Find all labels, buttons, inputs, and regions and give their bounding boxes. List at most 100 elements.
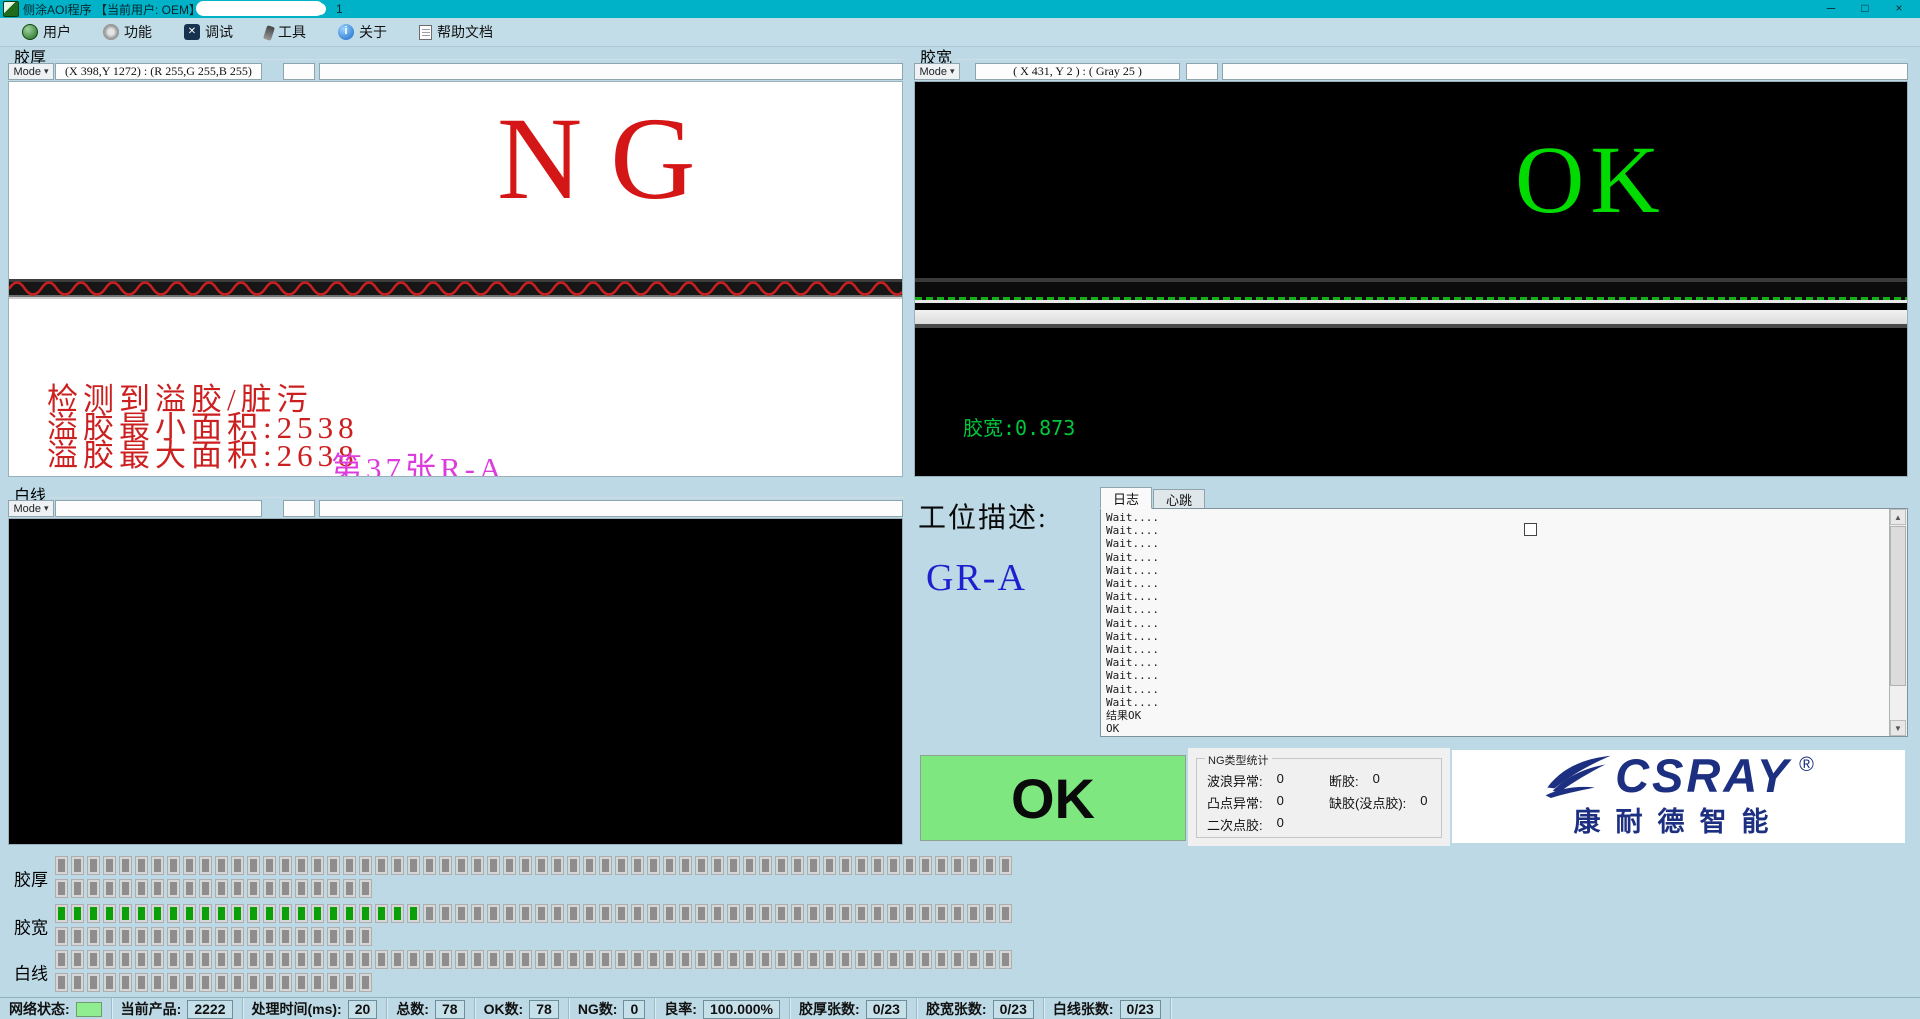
scroll-up-icon[interactable]: ▲ xyxy=(1890,509,1906,525)
indicator-cell-off xyxy=(983,904,996,923)
indicator-cell-off xyxy=(151,950,164,969)
result-ok-button[interactable]: OK xyxy=(920,755,1186,841)
indicator-cell-off xyxy=(311,879,324,898)
indicator-cell-off xyxy=(183,973,196,992)
menu-item-user[interactable]: 用户 xyxy=(22,22,71,42)
white-line-image[interactable] xyxy=(8,518,903,845)
indicator-cell-off xyxy=(871,856,884,875)
indicator-cell-off xyxy=(87,879,100,898)
indicator-cell-off xyxy=(855,950,868,969)
mode-dropdown[interactable]: Mode xyxy=(914,63,960,80)
indicator-cell-off xyxy=(71,973,84,992)
title-bar: 侧涂AOI程序 【当前用户: OEM】 编 1 ─ □ × xyxy=(0,0,1920,18)
tab-log[interactable]: 日志 xyxy=(1100,487,1152,509)
indicator-group-label: 胶宽 xyxy=(14,914,48,939)
indicator-cell-off xyxy=(103,927,116,946)
menu-item-debug[interactable]: 调试 xyxy=(184,22,233,42)
indicator-cell-on xyxy=(359,904,372,923)
minimize-button[interactable]: ─ xyxy=(1814,0,1848,18)
menu-item-help-doc[interactable]: 帮助文档 xyxy=(419,22,493,42)
scroll-down-icon[interactable]: ▼ xyxy=(1890,720,1906,736)
mode-dropdown[interactable]: Mode xyxy=(8,500,54,517)
indicator-cell-off xyxy=(951,856,964,875)
indicator-cell-off xyxy=(599,856,612,875)
menu-item-label: 工具 xyxy=(278,22,306,42)
mode-dropdown[interactable]: Mode xyxy=(8,63,54,80)
menu-item-tools[interactable]: 工具 xyxy=(265,22,306,42)
indicator-cell-off xyxy=(311,856,324,875)
indicator-cell-off xyxy=(471,856,484,875)
indicator-cell-off xyxy=(663,856,676,875)
glue-thickness-image[interactable]: NG 检测到溢胶/脏污 溢胶最小面积:2538 溢胶最大面积:2638 第37张… xyxy=(8,81,903,477)
readout-box-long xyxy=(319,63,903,80)
indicator-cell-off xyxy=(519,904,532,923)
indicator-cell-off xyxy=(567,950,580,969)
readout-box-small xyxy=(283,500,315,517)
indicator-cell-off xyxy=(279,950,292,969)
indicator-cell-off xyxy=(55,856,68,875)
indicator-cell-off xyxy=(823,856,836,875)
indicator-cell-off xyxy=(247,973,260,992)
indicator-cell-off xyxy=(359,856,372,875)
log-checkbox[interactable] xyxy=(1524,523,1537,536)
indicator-cell-off xyxy=(551,856,564,875)
indicator-cell-on xyxy=(87,904,100,923)
menu-item-function[interactable]: 功能 xyxy=(103,22,152,42)
indicator-cell-off xyxy=(983,856,996,875)
indicator-cell-off xyxy=(519,950,532,969)
status-item-ng-count: NG数:0 xyxy=(569,998,655,1019)
network-status-swatch xyxy=(76,1002,102,1017)
indicator-cell-off xyxy=(279,856,292,875)
status-label: OK数: xyxy=(484,999,524,1019)
indicator-cell-off xyxy=(551,904,564,923)
menu-bar: 用户 功能 调试 工具 关于 帮助文档 xyxy=(0,18,1920,47)
indicator-cell-on xyxy=(279,904,292,923)
menu-item-about[interactable]: 关于 xyxy=(338,22,387,42)
indicator-cell-off xyxy=(775,904,788,923)
indicator-cell-on xyxy=(183,904,196,923)
indicator-cell-off xyxy=(263,950,276,969)
log-panel: Wait.... Wait.... Wait.... Wait.... Wait… xyxy=(1100,508,1908,737)
indicator-cell-on xyxy=(199,904,212,923)
indicator-cell-off xyxy=(343,950,356,969)
indicator-row xyxy=(55,856,1012,875)
indicator-cell-off xyxy=(807,904,820,923)
glue-thickness-toolbar: Mode xyxy=(8,63,54,80)
status-value: 0/23 xyxy=(993,1000,1034,1019)
window-title-tail: 1 xyxy=(336,2,343,16)
indicator-cell-on xyxy=(295,904,308,923)
indicator-cell-on xyxy=(327,904,340,923)
indicator-cell-off xyxy=(343,856,356,875)
status-item-network-status: 网络状态: xyxy=(0,998,112,1019)
status-value: 0/23 xyxy=(1120,1000,1161,1019)
log-scrollbar[interactable]: ▲ ▼ xyxy=(1889,509,1907,736)
close-button[interactable]: × xyxy=(1882,0,1916,18)
maximize-button[interactable]: □ xyxy=(1848,0,1882,18)
ng-stats-title: NG类型统计 xyxy=(1205,752,1272,768)
indicator-cell-off xyxy=(327,950,340,969)
indicator-cell-off xyxy=(983,950,996,969)
indicator-cell-off xyxy=(391,950,404,969)
app-icon xyxy=(3,1,19,17)
tab-heartbeat[interactable]: 心跳 xyxy=(1153,489,1205,509)
indicator-row xyxy=(55,927,372,946)
indicator-cell-off xyxy=(583,950,596,969)
indicator-cell-off xyxy=(919,904,932,923)
station-description-value: GR-A xyxy=(926,556,1027,600)
indicator-cell-off xyxy=(583,856,596,875)
indicator-cell-off xyxy=(167,950,180,969)
indicator-cell-off xyxy=(631,856,644,875)
status-item-white-line-frames: 白线张数:0/23 xyxy=(1044,998,1171,1019)
indicator-cell-off xyxy=(167,973,180,992)
indicator-cell-off xyxy=(407,856,420,875)
indicator-cell-off xyxy=(599,950,612,969)
indicator-cell-off xyxy=(887,904,900,923)
glue-width-image[interactable]: OK 胶宽:0.873 xyxy=(914,81,1908,477)
indicator-cell-on xyxy=(167,904,180,923)
indicator-cell-off xyxy=(951,950,964,969)
ng-stat-value: 0 xyxy=(1277,771,1284,793)
indicator-row xyxy=(55,879,372,898)
indicator-cell-off xyxy=(151,973,164,992)
scrollbar-thumb[interactable] xyxy=(1890,526,1906,686)
indicator-cell-off xyxy=(263,879,276,898)
